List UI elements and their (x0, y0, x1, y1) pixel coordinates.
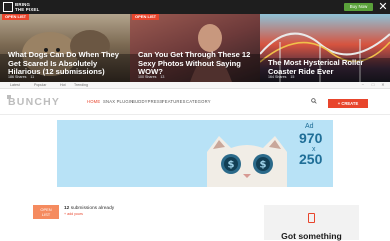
nav-snax-plugin[interactable]: SNAX PLUGIN (103, 99, 133, 104)
maximize-icon[interactable]: □ (370, 82, 376, 88)
ad-height: 250 (299, 151, 323, 167)
hero-3-title[interactable]: The Most Hysterical Roller Coaster Ride … (268, 58, 386, 76)
minimize-icon[interactable]: − (360, 82, 366, 88)
nav-buddypress[interactable]: BUDDYPRESS (132, 99, 163, 104)
close-icon[interactable]: ✕ (377, 1, 389, 13)
cat-illustration-image: $ $ (207, 136, 287, 187)
strip-hot[interactable]: Hot (60, 83, 66, 87)
buy-now-button[interactable]: Buy Now (344, 3, 373, 11)
hero-card-2[interactable]: OPEN LIST Can You Get Through These 12 S… (130, 14, 260, 82)
nav-features[interactable]: FEATURES (162, 99, 186, 104)
strip-latest[interactable]: Latest (10, 83, 20, 87)
ad-width: 970 (299, 130, 323, 146)
hero-1-badge: OPEN LIST (2, 14, 30, 20)
hero-1-shares: 186 Shares (8, 75, 27, 79)
nav-category[interactable]: CATEGORY (186, 99, 211, 104)
hero-1-meta: 186 Shares 11 (8, 75, 38, 79)
hero-1-title[interactable]: What Dogs Can Do When They Get Scared Is… (8, 50, 126, 77)
submissions-number: 12 (64, 206, 70, 211)
hero-1-comments: 11 (30, 75, 35, 79)
hero-card-3[interactable]: The Most Hysterical Roller Coaster Ride … (260, 14, 390, 82)
create-button[interactable]: + CREATE (328, 99, 368, 108)
site-logo-icon[interactable] (3, 2, 13, 12)
ad-label: Ad (305, 123, 314, 130)
main-navbar: BUNCHY HOME SNAX PLUGIN BUDDYPRESS FEATU… (0, 89, 390, 115)
search-icon[interactable] (311, 98, 317, 104)
filter-strip: Latest Popular Hot Trending − □ ✕ (0, 82, 390, 89)
hero-3-comments: 15 (290, 75, 295, 79)
hero-card-1[interactable]: OPEN LIST What Dogs Can Do When They Get… (0, 14, 130, 82)
hero-2-title[interactable]: Can You Get Through These 12 Sexy Photos… (138, 50, 256, 77)
strip-trending[interactable]: Trending (74, 83, 88, 87)
add-yours-link[interactable]: + add yours (64, 212, 83, 216)
sidebar-card[interactable]: Got something (264, 205, 359, 241)
svg-text:$: $ (228, 160, 235, 171)
open-list-badge: OPEN LIST (33, 205, 59, 219)
hero-2-meta: 100 Shares 13 (138, 75, 168, 79)
nav-home[interactable]: HOME (87, 99, 100, 104)
strip-popular[interactable]: Popular (34, 83, 46, 87)
submissions-text: submissions already (70, 206, 115, 211)
hero-2-comments: 13 (160, 75, 165, 79)
brand-logo[interactable]: BUNCHY (8, 96, 60, 108)
close-window-icon[interactable]: ✕ (380, 82, 386, 88)
hero-2-shares: 100 Shares (138, 75, 157, 79)
hero-3-meta: 164 Shares 15 (268, 75, 298, 79)
site-logo-text[interactable]: BRING THE PIXEL (15, 2, 40, 12)
hero-2-badge: OPEN LIST (132, 14, 160, 20)
hero-3-shares: 164 Shares (268, 75, 287, 79)
top-bar: BRING THE PIXEL Buy Now ✕ (0, 0, 390, 14)
badge-line-2: LIST (41, 212, 51, 217)
logo-line-2: THE PIXEL (15, 7, 40, 12)
ad-banner[interactable]: $ $ Ad 970 x 250 (57, 120, 333, 187)
submissions-count: 12 submissions already (64, 206, 114, 211)
svg-text:$: $ (260, 160, 267, 171)
document-icon (308, 213, 315, 223)
